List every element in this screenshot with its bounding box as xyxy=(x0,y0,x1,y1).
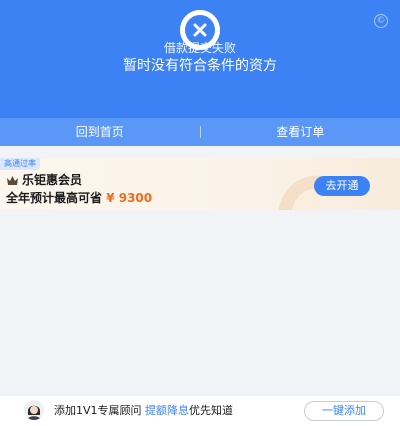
crown-icon xyxy=(7,176,18,185)
high-pass-rate-badge: 高通过率 xyxy=(0,158,40,170)
advisor-text-prefix: 添加1V1专属顾问 xyxy=(54,404,142,417)
corner-mark-icon: © xyxy=(374,14,388,28)
failure-title: 借款提交失败 xyxy=(163,41,236,55)
failure-subtitle: 暂时没有符合条件的资方 xyxy=(123,58,277,74)
add-advisor-button[interactable]: 一键添加 xyxy=(304,401,384,421)
result-header: © 借款提交失败 暂时没有符合条件的资方 xyxy=(0,0,400,118)
back-home-button[interactable]: 回到首页 xyxy=(0,118,200,146)
avatar xyxy=(24,400,44,420)
advisor-text-suffix: 优先知道 xyxy=(189,404,234,417)
view-orders-button[interactable]: 查看订单 xyxy=(201,118,400,146)
savings-amount: ¥ 9300 xyxy=(106,191,153,205)
advisor-message: 添加1V1专属顾问 提额降息优先知道 xyxy=(54,403,233,419)
savings-line: 全年预计最高可省 ¥ 9300 xyxy=(6,190,152,206)
action-bar: 回到首页 查看订单 xyxy=(0,118,400,146)
savings-prefix: 全年预计最高可省 xyxy=(6,191,103,205)
advisor-text-highlight: 提额降息 xyxy=(145,404,190,417)
membership-name: 乐钜惠会员 xyxy=(22,173,83,187)
activate-membership-button[interactable]: 去开通 xyxy=(314,176,370,196)
